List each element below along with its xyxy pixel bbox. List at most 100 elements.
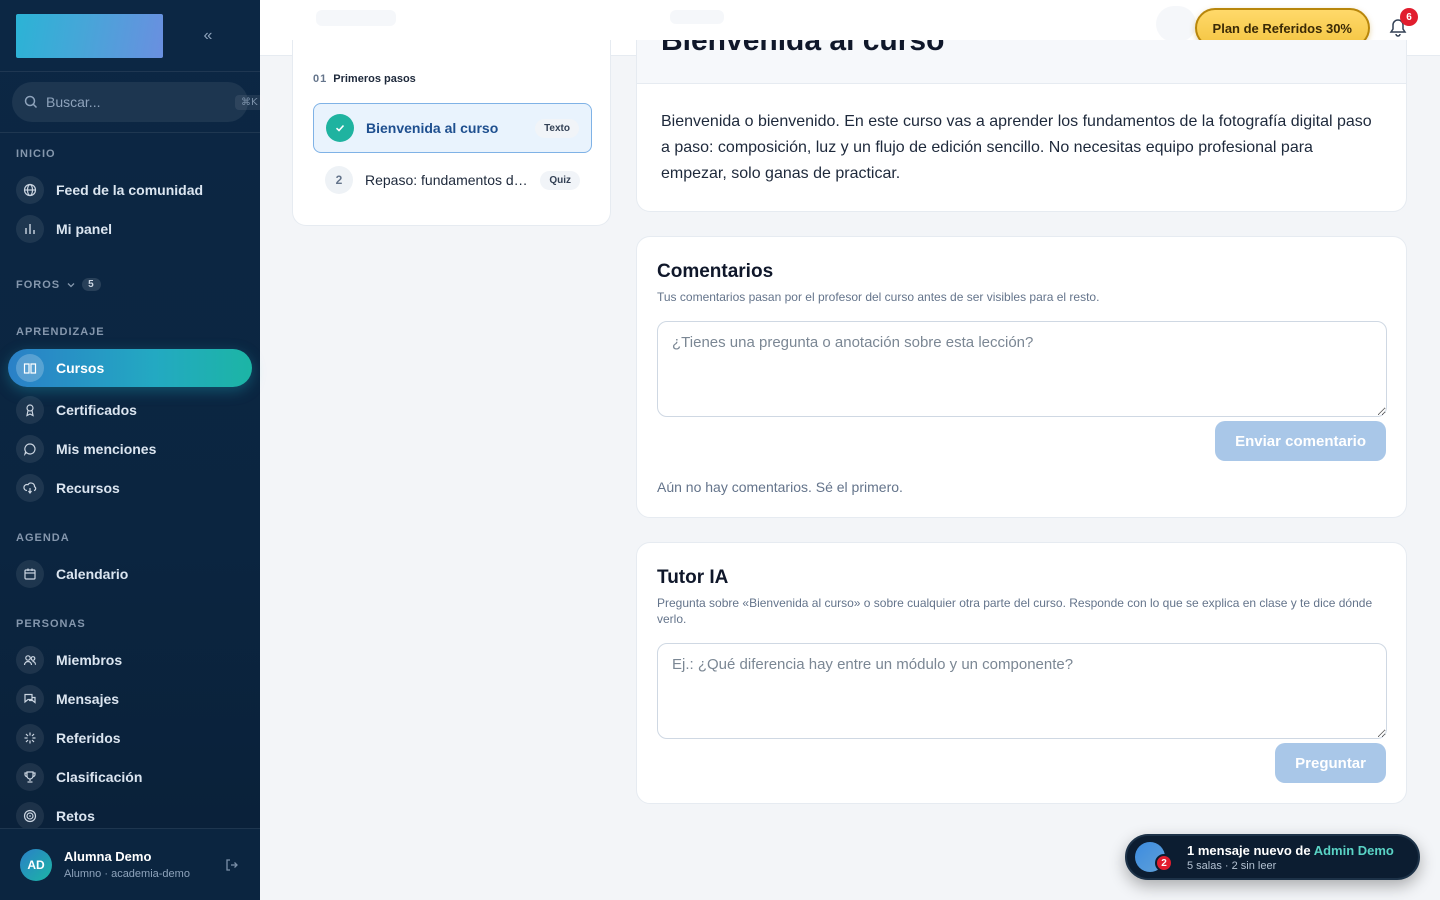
lesson-number: 2 [325, 166, 353, 194]
brand-logo[interactable] [16, 13, 163, 58]
lesson-type-tag: Quiz [540, 170, 580, 190]
foros-count-badge: 5 [82, 278, 101, 291]
chevron-down-icon [67, 282, 75, 287]
comments-title: Comentarios [657, 261, 774, 282]
header-action-placeholder [1156, 6, 1196, 42]
comments-card: Comentarios Tus comentarios pasan por el… [636, 236, 1407, 518]
sidebar-item-label: Cursos [56, 360, 105, 376]
sidebar-item-feed[interactable]: Feed de la comunidad [8, 171, 252, 209]
sidebar-item-panel[interactable]: Mi panel [8, 210, 252, 248]
sidebar-item-label: Referidos [56, 730, 121, 746]
sidebar-item-label: Mi panel [56, 221, 113, 237]
sparkle-icon [16, 724, 44, 752]
toast-message-prefix: 1 mensaje nuevo de [1187, 842, 1314, 858]
foros-label: FOROS [16, 278, 61, 291]
tutor-question-textarea[interactable] [657, 643, 1387, 739]
sidebar-item-label: Mis menciones [56, 441, 157, 457]
comments-empty-message: Aún no hay comentarios. Sé el primero. [657, 479, 903, 495]
nav-foros: FOROS 5 [0, 278, 260, 291]
toast-detail: 5 salas · 2 sin leer [1187, 859, 1277, 872]
section-title-personas: PERSONAS [16, 618, 86, 630]
search-icon [24, 95, 38, 109]
lesson-list: 01 Primeros pasos Bienvenida al curso Tex… [292, 40, 611, 226]
users-icon [16, 646, 44, 674]
user-info: Alumna Demo Alumno · academia-demo [64, 849, 190, 880]
notifications-badge: 6 [1400, 8, 1418, 26]
award-icon [16, 396, 44, 424]
search-input[interactable] [46, 94, 227, 110]
lesson-header: Bienvenida al curso [637, 40, 1406, 84]
toast-sender[interactable]: Admin Demo [1314, 843, 1394, 858]
tutor-subtitle: Pregunta sobre «Bienvenida al curso» o s… [657, 596, 1373, 626]
section-title-inicio: INICIO [16, 148, 56, 160]
nav-aprendizaje: APRENDIZAJE Cursos Certificados Mis menc… [0, 326, 260, 508]
cloud-download-icon [16, 474, 44, 502]
lesson-title: Bienvenida al curso [366, 120, 499, 136]
globe-icon [16, 176, 44, 204]
breadcrumb-placeholder [316, 10, 396, 26]
sidebar-item-referidos[interactable]: Referidos [8, 719, 252, 757]
sidebar: « ⌘K INICIO Feed de la comunidad Mi pane… [0, 0, 264, 900]
section-title-aprendizaje: APRENDIZAJE [16, 326, 105, 338]
lesson-title: Repaso: fundamentos de composición [365, 172, 528, 188]
search-shortcut: ⌘K [235, 94, 264, 110]
sidebar-item-recursos[interactable]: Recursos [8, 469, 252, 507]
sidebar-item-menciones[interactable]: Mis menciones [8, 430, 252, 468]
search-bar[interactable]: ⌘K [12, 82, 264, 122]
toast-message: 1 mensaje nuevo de Admin Demo [1187, 843, 1394, 858]
tutor-title: Tutor IA [657, 567, 729, 588]
module-title[interactable]: 01 Primeros pasos [313, 73, 416, 85]
messages-icon [16, 685, 44, 713]
sidebar-item-label: Certificados [56, 402, 137, 418]
sidebar-item-label: Calendario [56, 566, 129, 582]
target-icon [16, 802, 44, 830]
sidebar-header: « [0, 0, 260, 72]
module-name: Primeros pasos [333, 73, 416, 85]
lesson-content-card: Bienvenida al curso Bienvenida o bienven… [636, 40, 1407, 212]
ask-button[interactable]: Preguntar [1275, 743, 1386, 783]
sidebar-item-calendario[interactable]: Calendario [8, 555, 252, 593]
sidebar-item-label: Clasificación [56, 769, 143, 785]
sidebar-item-clasificacion[interactable]: Clasificación [8, 758, 252, 796]
collapse-sidebar-icon[interactable]: « [196, 27, 220, 45]
logout-icon[interactable] [224, 857, 240, 873]
sidebar-item-certificados[interactable]: Certificados [8, 391, 252, 429]
section-title-foros[interactable]: FOROS 5 [0, 278, 260, 291]
lesson-item-repaso[interactable]: 2 Repaso: fundamentos de composición Qui… [313, 155, 592, 205]
nav-personas: PERSONAS Miembros Mensajes Referidos Cla… [0, 618, 260, 836]
avatar[interactable]: AD [20, 848, 52, 881]
user-profile[interactable]: AD Alumna Demo Alumno · academia-demo [0, 828, 260, 900]
user-subtitle: Alumno · academia-demo [64, 868, 190, 880]
module-number: 01 [313, 73, 328, 85]
book-icon [16, 354, 44, 382]
comment-textarea[interactable] [657, 321, 1387, 417]
nav-agenda: AGENDA Calendario [0, 532, 260, 594]
sidebar-item-label: Miembros [56, 652, 123, 668]
sidebar-item-label: Retos [56, 808, 95, 824]
lesson-item-bienvenida[interactable]: Bienvenida al curso Texto [313, 103, 592, 153]
unread-badge: 2 [1155, 854, 1173, 872]
toast-text: 1 mensaje nuevo de Admin Demo 5 salas · … [1175, 843, 1394, 872]
new-message-toast[interactable]: 2 1 mensaje nuevo de Admin Demo 5 salas … [1125, 834, 1420, 880]
comments-subtitle: Tus comentarios pasan por el profesor de… [657, 290, 1100, 304]
sidebar-item-label: Recursos [56, 480, 120, 496]
user-name: Alumna Demo [64, 849, 152, 864]
section-title-agenda: AGENDA [16, 532, 70, 544]
header-placeholder [670, 10, 724, 24]
sidebar-item-mensajes[interactable]: Mensajes [8, 680, 252, 718]
lesson-title-heading: Bienvenida al curso [661, 40, 945, 57]
lesson-body: Bienvenida o bienvenido. En este curso v… [661, 113, 1372, 182]
send-comment-button[interactable]: Enviar comentario [1215, 421, 1386, 461]
sidebar-item-label: Feed de la comunidad [56, 182, 204, 198]
sender-avatar: 2 [1135, 842, 1173, 872]
sidebar-item-cursos[interactable]: Cursos [8, 349, 252, 387]
sidebar-item-miembros[interactable]: Miembros [8, 641, 252, 679]
check-icon [326, 114, 354, 142]
lesson-type-tag: Texto [535, 118, 579, 138]
bar-chart-icon [16, 215, 44, 243]
calendar-icon [16, 560, 44, 588]
message-circle-icon [16, 435, 44, 463]
nav-inicio: INICIO Feed de la comunidad Mi panel [0, 148, 260, 249]
trophy-icon [16, 763, 44, 791]
search-container: ⌘K [0, 72, 264, 133]
